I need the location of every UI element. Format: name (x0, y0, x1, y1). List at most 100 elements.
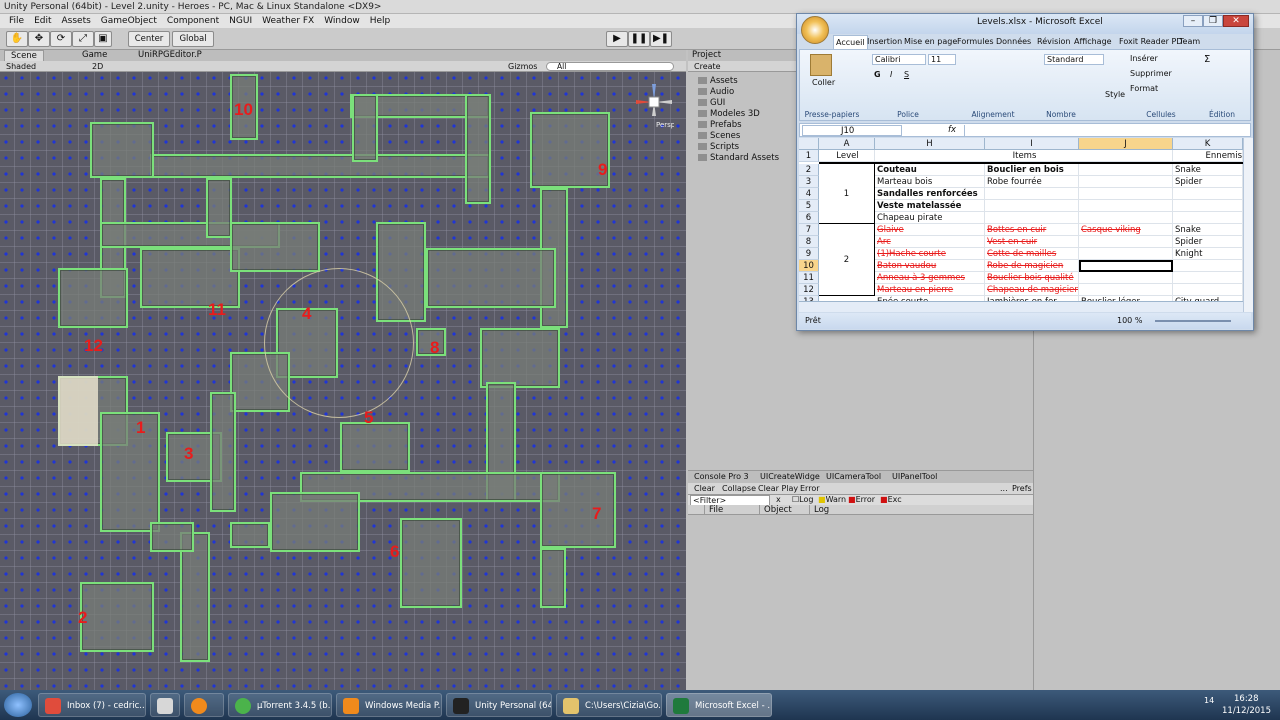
cell-items-header[interactable]: Items (875, 150, 1173, 162)
menu-ngui[interactable]: NGUI (224, 14, 257, 28)
table-cell[interactable] (1079, 176, 1173, 188)
gizmos-dropdown[interactable]: Gizmos (508, 61, 537, 72)
table-cell[interactable]: (1)Hache courte (875, 248, 985, 260)
row-header[interactable]: 3 (799, 176, 819, 188)
table-cell[interactable]: Robe de magicien (985, 260, 1079, 272)
pause-icon[interactable]: ❚❚ (628, 31, 650, 47)
folder-assets[interactable]: Assets (698, 76, 738, 87)
row-header[interactable]: 11 (799, 272, 819, 284)
table-cell[interactable] (1173, 212, 1243, 224)
tab-formules[interactable]: Formules (957, 35, 994, 49)
table-cell[interactable] (1079, 284, 1173, 296)
tab-scene[interactable]: Scene (4, 50, 44, 61)
restore-icon[interactable]: ❐ (1203, 15, 1223, 27)
zoom-level[interactable]: 100 % (1117, 313, 1142, 329)
table-cell[interactable] (1079, 236, 1173, 248)
menu-weather-fx[interactable]: Weather FX (257, 14, 319, 28)
table-cell[interactable]: Vest en cuir (985, 236, 1079, 248)
row-header[interactable]: 6 (799, 212, 819, 224)
hand-tool-icon[interactable]: ✋ (6, 31, 28, 47)
column-header-j[interactable]: J (1079, 138, 1173, 150)
table-cell[interactable]: Chapeau pirate (875, 212, 985, 224)
tab-mise-en-page[interactable]: Mise en page (904, 35, 957, 49)
row-header[interactable]: 4 (799, 188, 819, 200)
table-cell[interactable] (1079, 200, 1173, 212)
table-cell[interactable] (985, 188, 1079, 200)
table-cell[interactable] (1079, 188, 1173, 200)
number-format-dropdown[interactable]: Standard (1044, 54, 1104, 65)
table-cell[interactable]: Bouclier bois qualité (985, 272, 1079, 284)
tab-foxit-reader[interactable]: Foxit Reader PD (1119, 35, 1182, 49)
insert-function-icon[interactable]: fx (948, 124, 956, 137)
table-cell[interactable]: Baton vaudou (875, 260, 985, 272)
task-unity[interactable]: Unity Personal (64... (446, 693, 552, 717)
format-cells-button[interactable]: Format (1130, 84, 1158, 93)
tab-ui-panel-tool[interactable]: UIPanelTool (890, 472, 939, 482)
tab-ui-camera-tool[interactable]: UICameraTool (824, 472, 883, 482)
menu-component[interactable]: Component (162, 14, 224, 28)
table-cell[interactable]: Sandalles renforcées (875, 188, 985, 200)
tab-game[interactable]: Game (76, 50, 113, 61)
scale-tool-icon[interactable]: ⤢ (72, 31, 94, 47)
clock-date[interactable]: 11/12/2015 (1222, 706, 1271, 716)
tray-badge[interactable]: 14 (1204, 696, 1214, 705)
tab-console-pro[interactable]: Console Pro 3 (692, 472, 751, 482)
tab-project[interactable]: Project (692, 50, 721, 61)
menu-assets[interactable]: Assets (57, 14, 96, 28)
step-icon[interactable]: ▶❚ (650, 31, 672, 47)
row-header[interactable]: 8 (799, 236, 819, 248)
start-button-icon[interactable] (4, 693, 32, 717)
exception-filter-toggle[interactable]: ■Exc (878, 495, 904, 505)
menu-file[interactable]: File (4, 14, 29, 28)
table-cell[interactable]: Robe fourrée (985, 176, 1079, 188)
zoom-slider[interactable] (1155, 320, 1231, 322)
table-cell[interactable]: Spider (1173, 236, 1243, 248)
play-icon[interactable]: ▶ (606, 31, 628, 47)
row-header[interactable]: 12 (799, 284, 819, 296)
close-icon[interactable]: ✕ (1223, 15, 1249, 27)
column-object[interactable]: Object (759, 505, 809, 515)
task-firefox[interactable] (184, 693, 224, 717)
task-excel[interactable]: Microsoft Excel - ... (666, 693, 772, 717)
tab-revision[interactable]: Révision (1037, 35, 1070, 49)
error-pause-button[interactable]: Error (798, 484, 822, 494)
tab-accueil[interactable]: Accueil (833, 35, 868, 50)
table-cell[interactable]: Snake (1173, 164, 1243, 176)
move-tool-icon[interactable]: ✥ (28, 31, 50, 47)
menu-window[interactable]: Window (319, 14, 365, 28)
select-all-corner[interactable] (799, 138, 819, 150)
table-cell[interactable]: Couteau (875, 164, 985, 176)
table-cell[interactable] (1079, 164, 1173, 176)
tab-insertion[interactable]: Insertion (867, 35, 902, 49)
delete-cells-button[interactable]: Supprimer (1130, 69, 1172, 78)
2d-toggle[interactable]: 2D (92, 61, 103, 72)
vertical-scrollbar[interactable] (1243, 138, 1253, 312)
paste-button[interactable]: Coller (812, 78, 835, 87)
task-windows-media-player[interactable]: Windows Media P... (336, 693, 442, 717)
row-header[interactable]: 5 (799, 200, 819, 212)
menu-edit[interactable]: Edit (29, 14, 56, 28)
table-cell[interactable]: Knight (1173, 248, 1243, 260)
column-header-i[interactable]: I (985, 138, 1079, 150)
cell-level-2[interactable]: 2 (819, 224, 875, 296)
tab-donnees[interactable]: Données (996, 35, 1031, 49)
row-header[interactable]: 1 (799, 150, 819, 162)
table-cell[interactable]: Marteau en pierre (875, 284, 985, 296)
menu-gameobject[interactable]: GameObject (96, 14, 162, 28)
pivot-center-button[interactable]: Center (128, 31, 170, 47)
table-cell[interactable] (985, 200, 1079, 212)
column-header-h[interactable]: H (875, 138, 985, 150)
font-name-dropdown[interactable]: Calibri (872, 54, 926, 65)
table-cell[interactable] (1079, 248, 1173, 260)
clear-filter-button[interactable]: x (774, 495, 783, 505)
folder-scripts[interactable]: Scripts (698, 142, 739, 153)
table-cell[interactable]: Chapeau de magicien (985, 284, 1079, 296)
tab-team[interactable]: Team (1179, 35, 1200, 49)
table-cell[interactable] (1079, 212, 1173, 224)
folder-standard-assets[interactable]: Standard Assets (698, 153, 779, 164)
prefs-button[interactable]: Prefs (1010, 484, 1034, 494)
table-cell[interactable]: Casque viking (1079, 224, 1173, 236)
cell-enemies-header[interactable]: Ennemis (1173, 150, 1243, 162)
table-cell[interactable] (985, 212, 1079, 224)
underline-button[interactable]: S (904, 70, 909, 79)
